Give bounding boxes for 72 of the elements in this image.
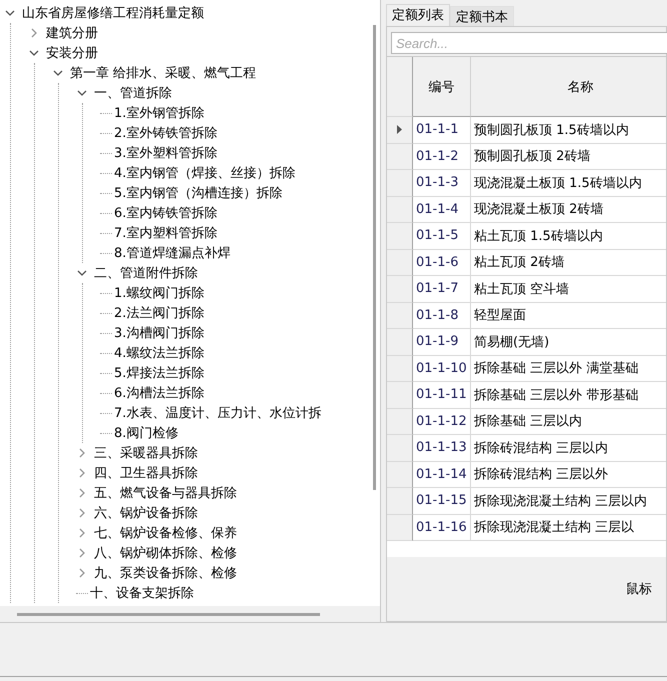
- table-cell: 粘土瓦顶 1.5砖墙以内: [471, 223, 666, 250]
- table-cell: 01-1-5: [413, 223, 471, 250]
- table-cell: 现浇混凝土板顶 1.5砖墙以内: [471, 170, 666, 196]
- tree-item[interactable]: 安装分册: [46, 44, 98, 62]
- column-header[interactable]: 编号: [413, 57, 471, 117]
- tree-item[interactable]: 6.沟槽法兰拆除: [114, 384, 204, 402]
- tree-item[interactable]: 八、锅炉砌体拆除、检修: [94, 544, 237, 562]
- tree-item[interactable]: 8.管道焊缝漏点补焊: [114, 244, 230, 262]
- table-cell: 01-1-9: [413, 329, 471, 356]
- table-cell: 01-1-10: [413, 356, 471, 382]
- tree-item[interactable]: 三、采暖器具拆除: [94, 444, 198, 462]
- vertical-scrollbar[interactable]: [372, 25, 376, 490]
- table-cell: 粘土瓦顶 2砖墙: [471, 250, 666, 276]
- table-cell: 01-1-3: [413, 170, 471, 196]
- tree-item[interactable]: 十、设备支架拆除: [90, 584, 194, 602]
- table-cell: 01-1-13: [413, 435, 471, 462]
- tree-item[interactable]: 5.室内钢管（沟槽连接）拆除: [114, 184, 282, 202]
- table-cell: 现浇混凝土板顶 2砖墙: [471, 196, 666, 223]
- tab[interactable]: 定额列表: [386, 4, 450, 26]
- tree-item[interactable]: 3.室外塑料管拆除: [114, 144, 218, 162]
- hint-text: 鼠标: [626, 581, 652, 598]
- table-cell: 拆除现浇混凝土结构 三层以内: [471, 488, 666, 514]
- table-cell: 01-1-15: [413, 488, 471, 514]
- tree-item[interactable]: 4.螺纹法兰拆除: [114, 344, 204, 362]
- tree-item[interactable]: 8.阀门检修: [114, 424, 178, 442]
- tree-item[interactable]: 七、锅炉设备检修、保养: [94, 524, 237, 542]
- current-row-icon: [397, 125, 402, 134]
- table-cell: 01-1-11: [413, 382, 471, 408]
- tree-item[interactable]: 一、管道拆除: [94, 84, 172, 102]
- table-cell: 01-1-14: [413, 462, 471, 488]
- tree-item[interactable]: 山东省房屋修缮工程消耗量定额: [22, 4, 204, 22]
- table-cell: 预制圆孔板顶 1.5砖墙以内: [471, 117, 666, 144]
- table-cell: 预制圆孔板顶 2砖墙: [471, 144, 666, 170]
- table-cell: 01-1-2: [413, 144, 471, 170]
- tree-item[interactable]: 5.焊接法兰拆除: [114, 364, 204, 382]
- tree-item[interactable]: 2.法兰阀门拆除: [114, 304, 204, 322]
- table-cell: 01-1-16: [413, 514, 471, 541]
- tree-item[interactable]: 二、管道附件拆除: [94, 264, 198, 282]
- tree-item[interactable]: 五、燃气设备与器具拆除: [94, 484, 237, 502]
- tree-item[interactable]: 六、锅炉设备拆除: [94, 504, 198, 522]
- horizontal-scrollbar[interactable]: [17, 612, 320, 616]
- tree-item[interactable]: 7.水表、温度计、压力计、水位计拆: [114, 404, 322, 422]
- tree-item[interactable]: 第一章 给排水、采暖、燃气工程: [70, 64, 256, 82]
- table-cell: 01-1-8: [413, 302, 471, 329]
- table-cell: 拆除基础 三层以内: [471, 408, 666, 435]
- search-field[interactable]: Search...: [391, 32, 667, 54]
- tab[interactable]: 定额书本: [450, 6, 514, 26]
- table-cell: 01-1-4: [413, 196, 471, 223]
- row-indicator[interactable]: [387, 117, 413, 144]
- tree-item[interactable]: 四、卫生器具拆除: [94, 464, 198, 482]
- tree-item[interactable]: 建筑分册: [46, 24, 98, 42]
- column-header[interactable]: 名称: [471, 57, 666, 117]
- table-cell: 拆除现浇混凝土结构 三层以: [471, 514, 666, 541]
- tree-item[interactable]: 九、泵类设备拆除、检修: [94, 564, 237, 582]
- table-cell: 拆除砖混结构 三层以内: [471, 435, 666, 462]
- tree-item[interactable]: 3.沟槽阀门拆除: [114, 324, 204, 342]
- tree-item[interactable]: 6.室内铸铁管拆除: [114, 204, 218, 222]
- table-cell: 粘土瓦顶 空斗墙: [471, 276, 666, 302]
- tree-item[interactable]: 4.室内钢管（焊接、丝接）拆除: [114, 164, 296, 182]
- table-cell: 轻型屋面: [471, 302, 666, 329]
- table-cell: 01-1-6: [413, 250, 471, 276]
- tree-item[interactable]: 1.室外钢管拆除: [114, 104, 204, 122]
- table-cell: 01-1-1: [413, 117, 471, 144]
- table-cell: 01-1-12: [413, 408, 471, 435]
- table-cell: 拆除砖混结构 三层以外: [471, 462, 666, 488]
- table-cell: 简易棚(无墙): [471, 329, 666, 356]
- tree-item[interactable]: 7.室内塑料管拆除: [114, 224, 218, 242]
- tree-item[interactable]: 1.螺纹阀门拆除: [114, 284, 204, 302]
- table-cell: 01-1-7: [413, 276, 471, 302]
- tree-item[interactable]: 2.室外铸铁管拆除: [114, 124, 218, 142]
- table-cell: 拆除基础 三层以外 带形基础: [471, 382, 666, 408]
- table-cell: 拆除基础 三层以外 满堂基础: [471, 356, 666, 382]
